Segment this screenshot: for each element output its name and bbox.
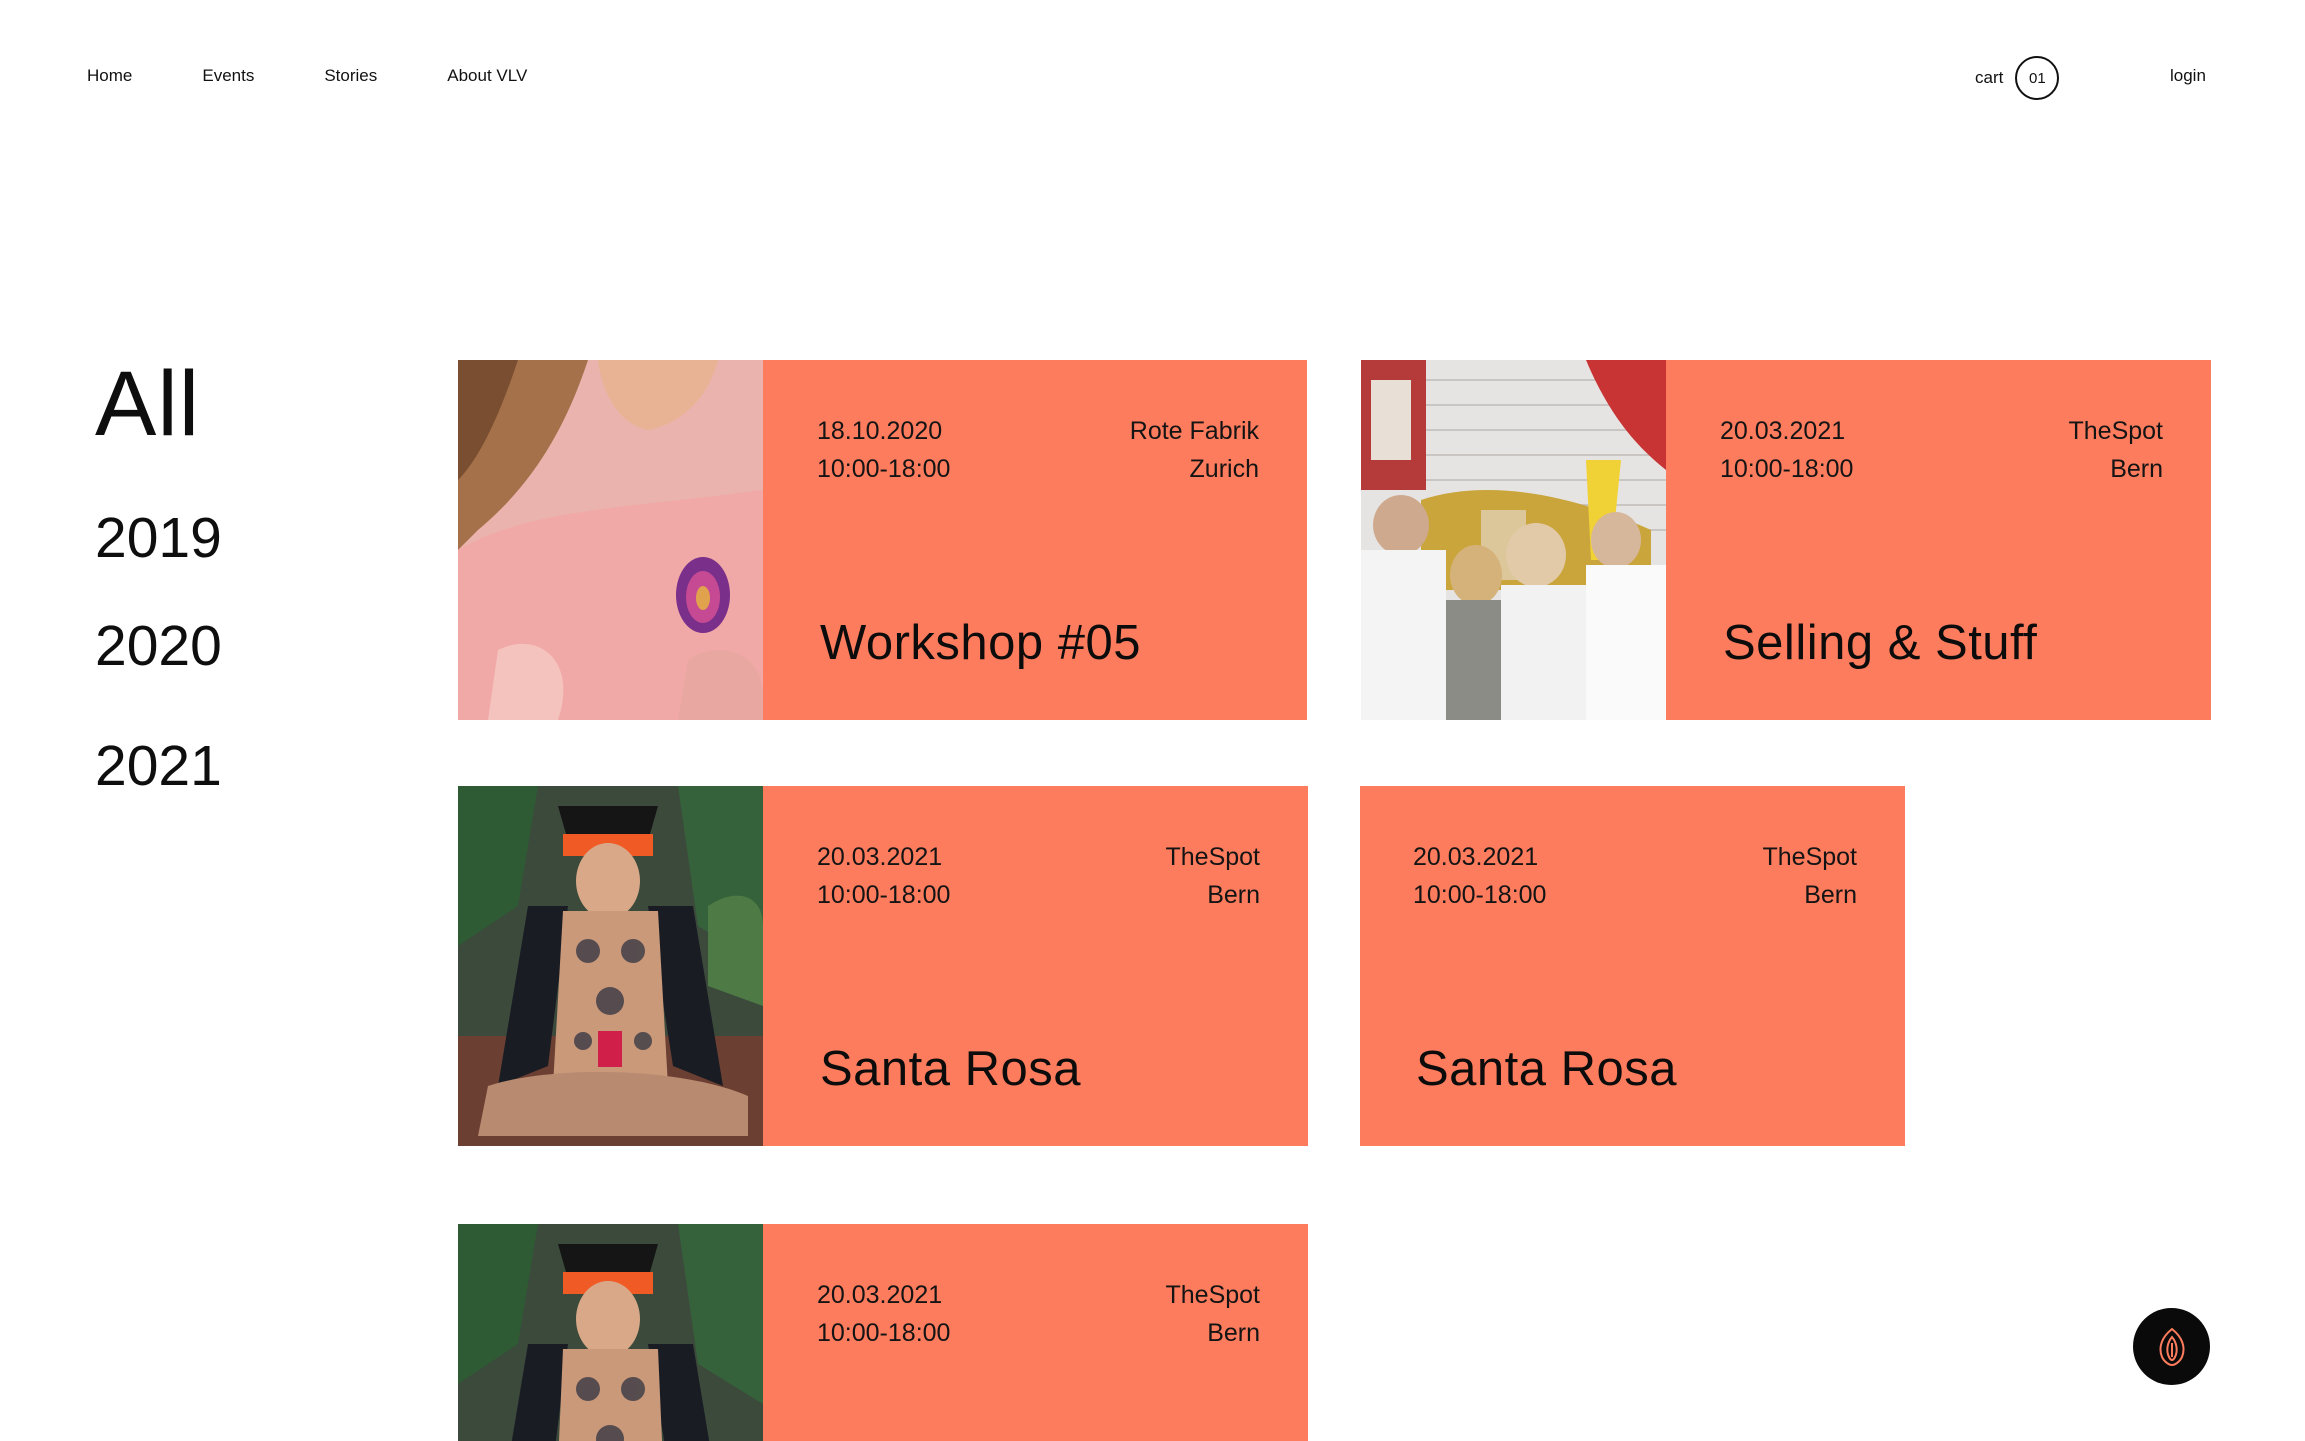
tattooed-person-photo-icon — [458, 1224, 763, 1441]
event-time: 10:00-18:00 — [817, 1319, 951, 1347]
event-card[interactable]: 20.03.2021 10:00-18:00 TheSpot Bern Sant… — [458, 786, 1308, 1146]
event-location: TheSpot Bern — [1165, 838, 1260, 914]
event-venue: TheSpot — [1762, 843, 1857, 871]
event-card[interactable]: 18.10.2020 10:00-18:00 Rote Fabrik Zuric… — [458, 360, 1307, 720]
event-datetime: 20.03.2021 10:00-18:00 — [817, 838, 950, 914]
event-card[interactable]: 20.03.2021 10:00-18:00 TheSpot Bern Sant… — [1360, 786, 1905, 1146]
filter-all[interactable]: All — [95, 352, 200, 457]
nav-home[interactable]: Home — [87, 66, 132, 86]
event-datetime: 20.03.2021 10:00-18:00 — [1720, 412, 1853, 488]
event-image — [1361, 360, 1666, 720]
floating-logo-button[interactable] — [2133, 1308, 2210, 1385]
event-venue: TheSpot — [1165, 843, 1260, 871]
event-date: 20.03.2021 — [817, 843, 943, 871]
nav-about[interactable]: About VLV — [447, 66, 527, 86]
event-card[interactable]: 20.03.2021 10:00-18:00 TheSpot Bern Sell… — [1361, 360, 2211, 720]
pink-sweater-photo-icon — [458, 360, 763, 720]
event-image — [458, 1224, 763, 1441]
event-city: Bern — [1804, 881, 1857, 909]
filter-year-2019[interactable]: 2019 — [95, 505, 222, 571]
event-title: Santa Rosa — [1416, 1042, 1678, 1096]
filter-year-2020[interactable]: 2020 — [95, 613, 222, 679]
event-location: Rote Fabrik Zurich — [1130, 412, 1259, 488]
event-venue: Rote Fabrik — [1129, 417, 1259, 445]
event-city: Bern — [1207, 881, 1260, 909]
event-venue: TheSpot — [1165, 1281, 1260, 1309]
event-card-body: 18.10.2020 10:00-18:00 Rote Fabrik Zuric… — [763, 360, 1307, 720]
event-date: 20.03.2021 — [1720, 417, 1846, 445]
event-location: TheSpot Bern — [1762, 838, 1857, 914]
events-page: Home Events Stories About VLV cart 01 lo… — [0, 0, 2305, 1441]
cart-button[interactable]: cart 01 — [1975, 56, 2060, 100]
event-datetime: 20.03.2021 10:00-18:00 — [1413, 838, 1546, 914]
event-date: 20.03.2021 — [1413, 843, 1539, 871]
event-city: Bern — [2110, 455, 2163, 483]
event-card-body: 20.03.2021 10:00-18:00 TheSpot Bern Sant… — [763, 786, 1308, 1146]
event-time: 10:00-18:00 — [1413, 881, 1547, 909]
cart-label: cart — [1975, 68, 2004, 87]
event-card-body: 20.03.2021 10:00-18:00 TheSpot Bern — [763, 1224, 1308, 1441]
event-city: Bern — [1207, 1319, 1260, 1347]
main-nav: Home Events Stories About VLV — [87, 66, 527, 86]
event-time: 10:00-18:00 — [817, 881, 951, 909]
nav-events[interactable]: Events — [202, 66, 254, 86]
event-location: TheSpot Bern — [1165, 1276, 1260, 1352]
event-date: 18.10.2020 — [817, 417, 943, 445]
event-location: TheSpot Bern — [2068, 412, 2163, 488]
event-venue: TheSpot — [2068, 417, 2163, 445]
login-link[interactable]: login — [2170, 66, 2206, 86]
event-time: 10:00-18:00 — [1720, 455, 1854, 483]
event-card[interactable]: 20.03.2021 10:00-18:00 TheSpot Bern — [458, 1224, 1308, 1441]
event-image — [458, 786, 763, 1146]
event-image — [458, 360, 763, 720]
event-title: Workshop #05 — [820, 616, 1142, 670]
cart-count-badge: 01 — [2015, 56, 2060, 100]
event-time: 10:00-18:00 — [817, 455, 951, 483]
street-crowd-photo-icon — [1361, 360, 1666, 720]
vlv-logo-icon — [2158, 1327, 2185, 1366]
nav-stories[interactable]: Stories — [324, 66, 377, 86]
tattooed-person-photo-icon — [458, 786, 763, 1146]
event-title: Selling & Stuff — [1723, 616, 2038, 670]
event-city: Zurich — [1189, 455, 1259, 483]
event-title: Santa Rosa — [820, 1042, 1082, 1096]
event-card-body: 20.03.2021 10:00-18:00 TheSpot Bern Sant… — [1360, 786, 1905, 1146]
event-datetime: 18.10.2020 10:00-18:00 — [817, 412, 950, 488]
event-date: 20.03.2021 — [817, 1281, 943, 1309]
event-card-body: 20.03.2021 10:00-18:00 TheSpot Bern Sell… — [1666, 360, 2211, 720]
event-datetime: 20.03.2021 10:00-18:00 — [817, 1276, 950, 1352]
filter-year-2021[interactable]: 2021 — [95, 733, 222, 799]
